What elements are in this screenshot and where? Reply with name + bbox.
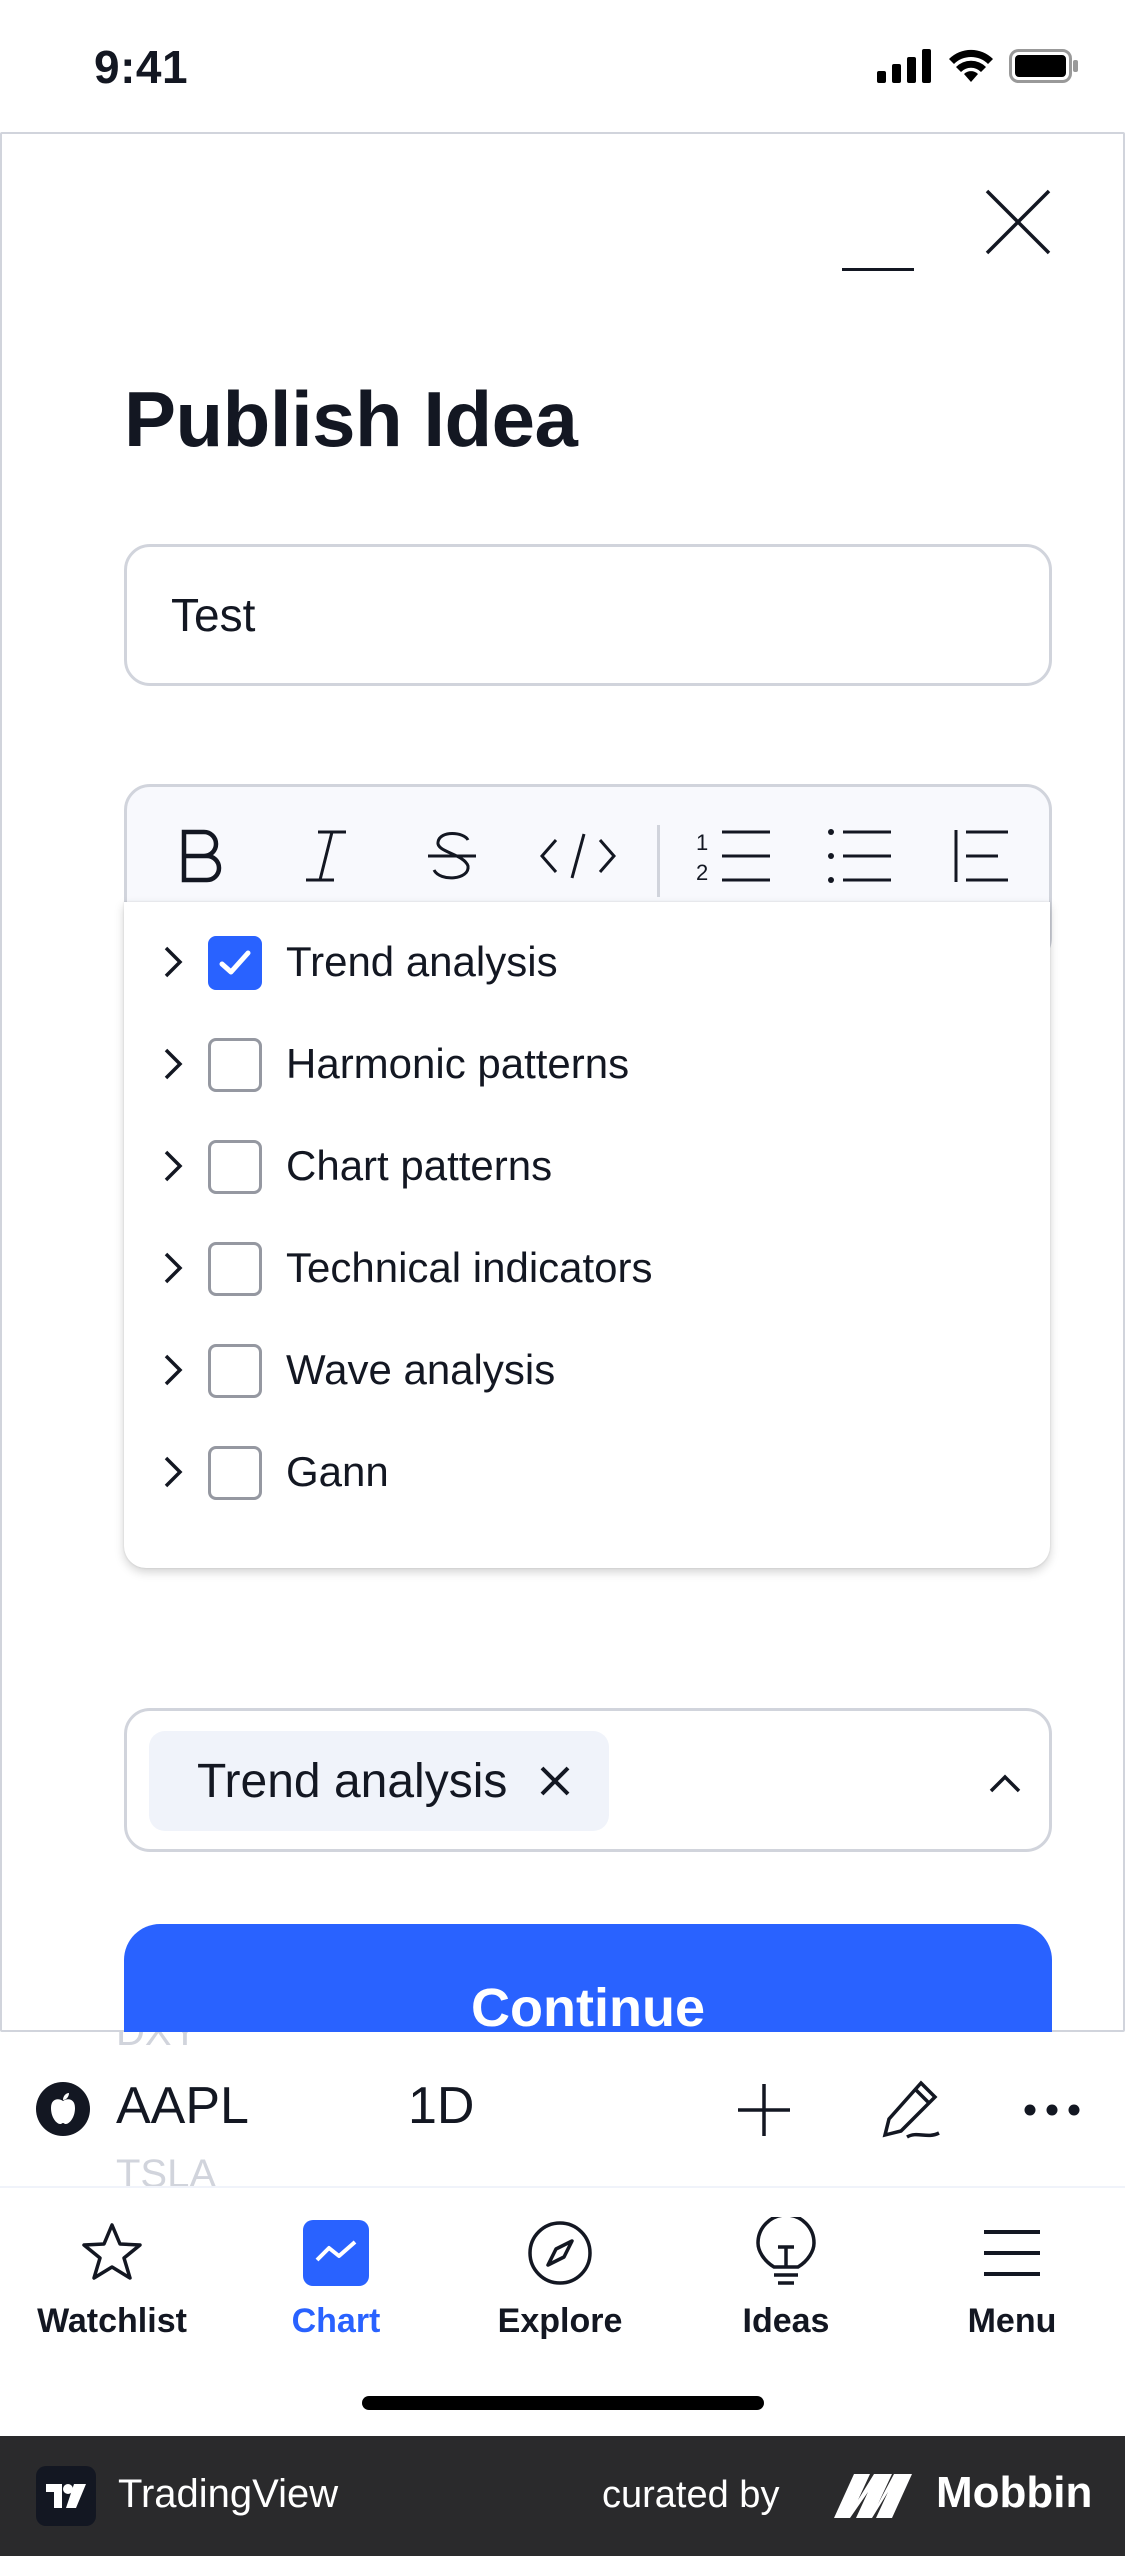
collapse-dropdown-button[interactable] [977, 1755, 1033, 1811]
list-item[interactable]: Chart patterns [124, 1116, 1050, 1216]
code-icon [538, 826, 618, 891]
selected-tag-label: Trend analysis [197, 1754, 508, 1808]
chevron-right-icon[interactable] [152, 942, 192, 982]
more-options-button[interactable] [1016, 2074, 1088, 2146]
list-item-label: Technical indicators [286, 1244, 653, 1291]
svg-text:2: 2 [696, 860, 708, 885]
idea-title-input[interactable]: Test [124, 544, 1052, 686]
tab-ideas[interactable]: Ideas [686, 2208, 886, 2348]
chevron-right-icon[interactable] [152, 1452, 192, 1492]
check-icon [219, 950, 251, 975]
close-button[interactable] [978, 184, 1058, 264]
hamburger-icon [977, 2218, 1047, 2288]
list-item-label: Trend analysis [286, 938, 558, 985]
selected-tag-chip: Trend analysis [149, 1731, 610, 1831]
list-item[interactable]: Gann [124, 1422, 1050, 1522]
apple-logo-icon [36, 2082, 90, 2136]
minimize-button[interactable] [838, 194, 918, 274]
strikethrough-icon [422, 826, 482, 891]
list-item-label: Gann [286, 1448, 389, 1495]
numbered-list-button[interactable]: 12 [689, 813, 779, 903]
star-icon [77, 2218, 147, 2288]
list-item[interactable]: Technical indicators [124, 1218, 1050, 1318]
close-icon [983, 187, 1053, 262]
curated-by-text: curated by [602, 2474, 780, 2516]
tab-watchlist[interactable]: Watchlist [12, 2208, 212, 2348]
status-bar: 9:41 [0, 0, 1125, 132]
strikethrough-button[interactable] [407, 813, 497, 903]
compass-icon [525, 2218, 595, 2288]
list-item-label: Chart patterns [286, 1142, 553, 1189]
bulleted-list-icon [825, 826, 895, 891]
chevron-right-icon[interactable] [152, 1146, 192, 1186]
tab-explore[interactable]: Explore [460, 2208, 660, 2348]
numbered-list-icon: 12 [694, 826, 774, 891]
chevron-right-icon[interactable] [152, 1044, 192, 1084]
chevron-right-icon[interactable] [152, 1248, 192, 1288]
code-button[interactable] [533, 813, 623, 903]
bold-icon [172, 826, 232, 891]
chevron-up-icon [989, 1774, 1021, 1793]
battery-icon [1009, 49, 1079, 88]
tab-label: Watchlist [37, 2302, 187, 2340]
checkbox[interactable] [208, 1446, 262, 1500]
list-item-label: Wave analysis [286, 1346, 556, 1393]
tab-label: Menu [967, 2302, 1057, 2340]
status-icons [877, 48, 1079, 89]
pen-icon [882, 2080, 940, 2139]
tab-label: Ideas [742, 2302, 830, 2340]
tab-menu[interactable]: Menu [912, 2208, 1112, 2348]
chevron-right-icon[interactable] [152, 1350, 192, 1390]
checkbox[interactable] [208, 1344, 262, 1398]
bulleted-list-button[interactable] [815, 813, 905, 903]
ghost-symbol-prev: DXY [116, 2032, 199, 2054]
close-icon [540, 1766, 570, 1796]
list-item-label: Harmonic patterns [286, 1040, 630, 1087]
lightbulb-icon [751, 2217, 821, 2288]
tab-chart[interactable]: Chart [236, 2208, 436, 2348]
app-name: TradingView [118, 2472, 339, 2516]
mobbin-logo-icon [830, 2468, 930, 2524]
bold-button[interactable] [157, 813, 247, 903]
svg-text:1: 1 [696, 830, 708, 855]
tab-label: Explore [497, 2302, 623, 2340]
symbol-name[interactable]: AAPL [116, 2076, 249, 2136]
ghost-symbol-next: TSLA [116, 2152, 217, 2186]
italic-button[interactable] [281, 813, 371, 903]
idea-title-value: Test [171, 589, 256, 641]
mobbin-brand: Mobbin [936, 2468, 1093, 2517]
attribution-footer: TradingView curated by Mobbin [0, 2436, 1125, 2556]
tradingview-logo-icon [36, 2466, 96, 2526]
category-select[interactable]: Trend analysis [124, 1708, 1052, 1852]
more-icon [1024, 2104, 1080, 2116]
interval-selector[interactable]: 1D [408, 2076, 474, 2136]
status-time: 9:41 [94, 41, 189, 93]
checkbox-checked[interactable] [208, 936, 262, 990]
list-item[interactable]: Harmonic patterns [124, 1014, 1050, 1114]
checkbox[interactable] [208, 1140, 262, 1194]
list-item[interactable]: Trend analysis [124, 912, 1050, 1012]
italic-icon [296, 826, 356, 891]
chart-header-bar: DXY TSLA AAPL 1D [0, 2032, 1125, 2186]
toolbar-divider [657, 825, 660, 897]
home-indicator [362, 2396, 764, 2410]
chart-icon [301, 2218, 371, 2288]
tab-label: Chart [291, 2302, 381, 2340]
plus-icon [738, 2084, 790, 2136]
cellular-signal-icon [877, 49, 933, 88]
page-title: Publish Idea [124, 375, 578, 463]
indent-icon [952, 826, 1012, 891]
category-dropdown: Trend analysis Harmonic patterns Chart pat… [124, 902, 1050, 1568]
add-button[interactable] [728, 2074, 800, 2146]
checkbox[interactable] [208, 1038, 262, 1092]
indent-button[interactable] [937, 813, 1027, 903]
list-item[interactable]: Wave analysis [124, 1320, 1050, 1420]
wifi-icon [947, 48, 995, 89]
drawing-tools-button[interactable] [874, 2074, 946, 2146]
remove-tag-button[interactable] [535, 1761, 575, 1801]
checkbox[interactable] [208, 1242, 262, 1296]
minimize-icon [842, 198, 914, 271]
